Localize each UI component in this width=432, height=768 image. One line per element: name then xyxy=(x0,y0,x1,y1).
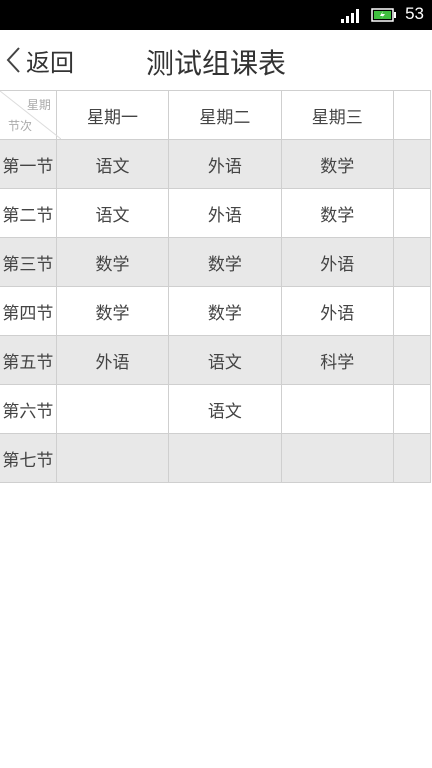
chevron-left-icon xyxy=(6,47,20,73)
course-cell[interactable]: 外语 xyxy=(168,188,282,238)
course-cell[interactable]: 语文 xyxy=(55,139,170,189)
status-bar: 53 xyxy=(0,0,432,30)
course-cell[interactable]: 科学 xyxy=(280,335,394,385)
course-cell[interactable]: 数学 xyxy=(55,286,170,336)
course-cell[interactable]: 语文 xyxy=(55,188,170,238)
day-header: 星期二 xyxy=(168,90,282,140)
day-header-partial xyxy=(392,90,432,140)
course-cell[interactable]: 数学 xyxy=(280,139,394,189)
table-row: 第一节 语文 外语 数学 xyxy=(0,139,432,189)
course-cell[interactable]: 外语 xyxy=(280,237,394,287)
course-cell[interactable]: 外语 xyxy=(168,139,282,189)
corner-cell: 星期 节次 xyxy=(0,90,61,140)
corner-day-label: 星期 xyxy=(26,98,51,112)
course-cell-partial[interactable] xyxy=(392,433,432,483)
course-cell[interactable]: 语文 xyxy=(168,335,282,385)
signal-icon xyxy=(341,9,359,23)
table-row: 第三节 数学 数学 外语 xyxy=(0,237,432,287)
course-cell-partial[interactable] xyxy=(392,384,432,434)
course-cell[interactable]: 数学 xyxy=(168,237,282,287)
back-button[interactable]: 返回 xyxy=(4,44,74,77)
period-label: 第七节 xyxy=(0,433,57,483)
course-cell[interactable]: 外语 xyxy=(280,286,394,336)
course-cell[interactable] xyxy=(55,384,170,434)
title-bar: 测试组课表 返回 xyxy=(0,30,432,90)
period-label: 第一节 xyxy=(0,139,57,189)
timetable-header-row: 星期 节次 星期一 星期二 星期三 xyxy=(0,90,432,140)
course-cell-partial[interactable] xyxy=(392,335,432,385)
day-header: 星期一 xyxy=(55,90,170,140)
course-cell[interactable] xyxy=(168,433,282,483)
course-cell[interactable] xyxy=(55,433,170,483)
corner-period-label: 节次 xyxy=(8,119,33,133)
table-row: 第四节 数学 数学 外语 xyxy=(0,286,432,336)
period-label: 第三节 xyxy=(0,237,57,287)
course-cell-partial[interactable] xyxy=(392,139,432,189)
course-cell-partial[interactable] xyxy=(392,188,432,238)
clock: 53 xyxy=(405,4,424,23)
day-header: 星期三 xyxy=(280,90,394,140)
course-cell[interactable] xyxy=(280,384,394,434)
back-label: 返回 xyxy=(26,48,74,77)
course-cell-partial[interactable] xyxy=(392,237,432,287)
course-cell[interactable]: 语文 xyxy=(168,384,282,434)
period-label: 第四节 xyxy=(0,286,57,336)
period-label: 第六节 xyxy=(0,384,57,434)
timetable: 星期 节次 星期一 星期二 星期三 第一节 语文 外语 数学 第二节 语文 外语… xyxy=(0,90,432,483)
table-row: 第二节 语文 外语 数学 xyxy=(0,188,432,238)
table-row: 第七节 xyxy=(0,433,432,483)
period-label: 第五节 xyxy=(0,335,57,385)
course-cell[interactable]: 外语 xyxy=(55,335,170,385)
table-row: 第六节 语文 xyxy=(0,384,432,434)
course-cell[interactable]: 数学 xyxy=(168,286,282,336)
course-cell[interactable] xyxy=(280,433,394,483)
course-cell-partial[interactable] xyxy=(392,286,432,336)
table-row: 第五节 外语 语文 科学 xyxy=(0,335,432,385)
period-label: 第二节 xyxy=(0,188,57,238)
course-cell[interactable]: 数学 xyxy=(55,237,170,287)
battery-charging-icon xyxy=(371,8,396,22)
course-cell[interactable]: 数学 xyxy=(280,188,394,238)
